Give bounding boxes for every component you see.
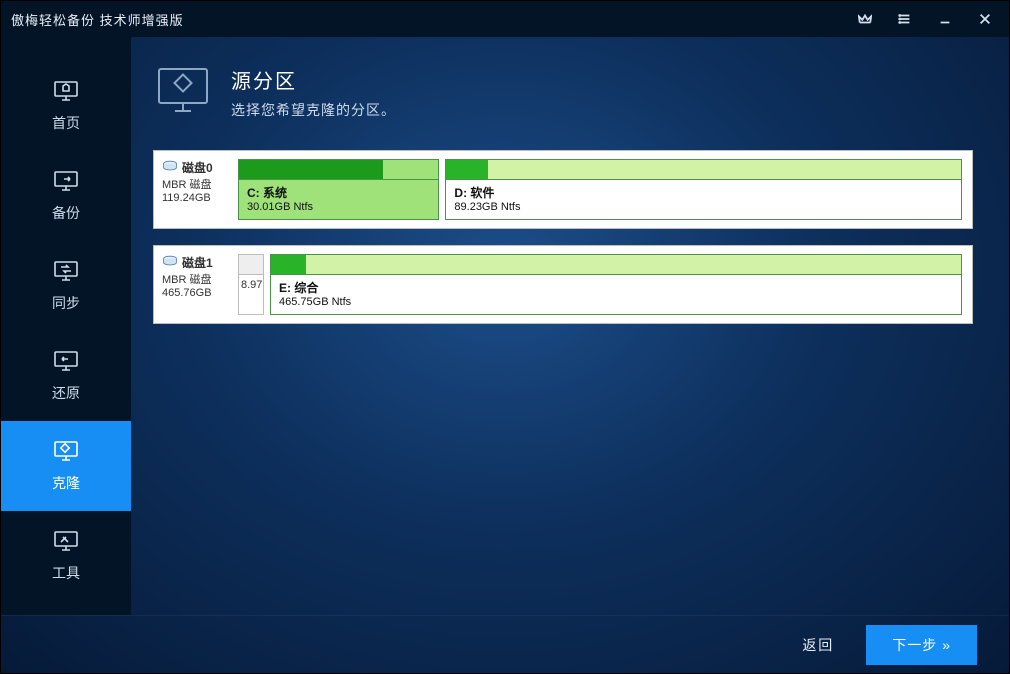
disk-name-text: 磁盘0 bbox=[182, 159, 213, 176]
sidebar-item-restore[interactable]: 还原 bbox=[1, 331, 131, 421]
small-partition-size: 8.97 bbox=[239, 275, 263, 295]
partition[interactable]: C: 系统30.01GB Ntfs bbox=[238, 159, 439, 220]
sidebar-item-backup[interactable]: 备份 bbox=[1, 151, 131, 241]
disk-name: 磁盘0 bbox=[162, 159, 213, 176]
partition-usage-bar bbox=[239, 160, 438, 180]
small-partition[interactable]: 8.97 bbox=[238, 254, 264, 315]
partition-usage-bar bbox=[271, 255, 961, 275]
back-button[interactable]: 返回 bbox=[788, 627, 848, 663]
page-title: 源分区 bbox=[231, 65, 396, 94]
partition-usage-fill bbox=[271, 255, 306, 274]
sidebar-item-label: 同步 bbox=[52, 293, 80, 313]
disk-list: 磁盘0MBR 磁盘119.24GBC: 系统30.01GB NtfsD: 软件8… bbox=[153, 150, 973, 615]
disk-name-text: 磁盘1 bbox=[182, 254, 213, 271]
app-window: 傲梅轻松备份 技术师增强版 首页 备份 同步 bbox=[0, 0, 1010, 674]
partition[interactable]: D: 软件89.23GB Ntfs bbox=[445, 159, 962, 220]
app-body: 首页 备份 同步 还原 克隆 工具 bbox=[1, 37, 1009, 615]
partition-usage-fill bbox=[239, 160, 383, 179]
crown-icon[interactable] bbox=[845, 1, 885, 37]
close-button[interactable] bbox=[965, 1, 1005, 37]
partition-title: C: 系统 bbox=[247, 184, 430, 201]
disk-size: 465.76GB bbox=[162, 287, 212, 299]
partition-row: E: 综合465.75GB Ntfs bbox=[270, 254, 962, 315]
page-header: 源分区 选择您希望克隆的分区。 bbox=[153, 65, 973, 122]
partition-label: E: 综合465.75GB Ntfs bbox=[271, 275, 961, 314]
partition-title: D: 软件 bbox=[454, 184, 953, 201]
partition-usage-fill bbox=[446, 160, 487, 179]
footer: 返回 下一步 » bbox=[1, 615, 1009, 673]
disk-size: 119.24GB bbox=[162, 192, 211, 204]
minimize-button[interactable] bbox=[925, 1, 965, 37]
source-partition-icon bbox=[153, 65, 213, 122]
disk-type: MBR 磁盘 bbox=[162, 271, 212, 287]
sidebar-item-sync[interactable]: 同步 bbox=[1, 241, 131, 331]
sidebar-item-clone[interactable]: 克隆 bbox=[1, 421, 131, 511]
page-subtitle: 选择您希望克隆的分区。 bbox=[231, 100, 396, 120]
titlebar: 傲梅轻松备份 技术师增强版 bbox=[1, 1, 1009, 37]
partition-label: D: 软件89.23GB Ntfs bbox=[446, 180, 961, 219]
partition-title: E: 综合 bbox=[279, 279, 953, 296]
partition-detail: 89.23GB Ntfs bbox=[454, 201, 953, 213]
disk-card: 磁盘0MBR 磁盘119.24GBC: 系统30.01GB NtfsD: 软件8… bbox=[153, 150, 973, 229]
disk-info: 磁盘0MBR 磁盘119.24GB bbox=[162, 159, 232, 220]
disk-card: 磁盘1MBR 磁盘465.76GB 8.97 E: 综合465.75GB Ntfs bbox=[153, 245, 973, 324]
sidebar: 首页 备份 同步 还原 克隆 工具 bbox=[1, 37, 131, 615]
small-partition-bar bbox=[239, 255, 263, 275]
sidebar-item-label: 工具 bbox=[52, 563, 80, 583]
partition-row: C: 系统30.01GB NtfsD: 软件89.23GB Ntfs bbox=[238, 159, 962, 220]
app-title: 傲梅轻松备份 技术师增强版 bbox=[11, 10, 845, 29]
sidebar-item-label: 首页 bbox=[52, 113, 80, 133]
sidebar-item-label: 还原 bbox=[52, 383, 80, 403]
partition-detail: 30.01GB Ntfs bbox=[247, 201, 430, 213]
sidebar-item-label: 克隆 bbox=[52, 473, 80, 493]
disk-icon bbox=[162, 255, 178, 270]
disk-icon bbox=[162, 160, 178, 175]
disk-name: 磁盘1 bbox=[162, 254, 213, 271]
partition[interactable]: E: 综合465.75GB Ntfs bbox=[270, 254, 962, 315]
sidebar-item-label: 备份 bbox=[52, 203, 80, 223]
partition-detail: 465.75GB Ntfs bbox=[279, 296, 953, 308]
sidebar-item-home[interactable]: 首页 bbox=[1, 61, 131, 151]
sidebar-item-tools[interactable]: 工具 bbox=[1, 511, 131, 601]
menu-icon[interactable] bbox=[885, 1, 925, 37]
main-panel: 源分区 选择您希望克隆的分区。 磁盘0MBR 磁盘119.24GBC: 系统30… bbox=[131, 37, 1009, 615]
disk-type: MBR 磁盘 bbox=[162, 176, 212, 192]
next-button[interactable]: 下一步 » bbox=[866, 625, 977, 665]
disk-info: 磁盘1MBR 磁盘465.76GB bbox=[162, 254, 232, 315]
partition-label: C: 系统30.01GB Ntfs bbox=[239, 180, 438, 219]
partition-usage-bar bbox=[446, 160, 961, 180]
